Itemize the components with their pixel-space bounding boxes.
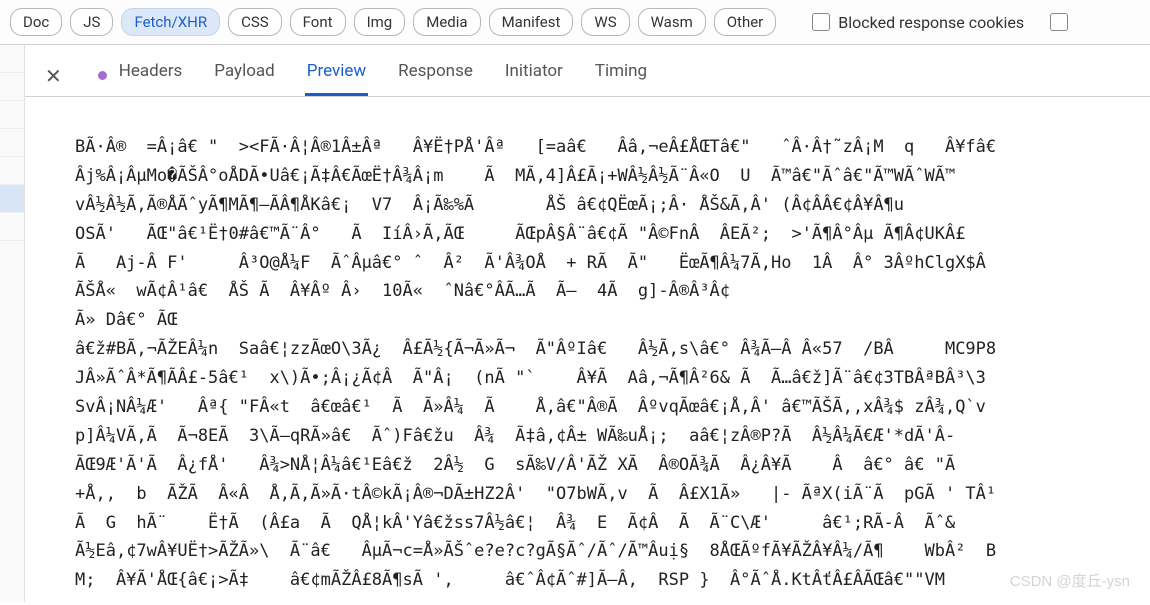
detail-panel: ✕ Headers Payload Preview Response Initi… [25,45,1150,602]
sidebar-row[interactable] [0,101,24,129]
sidebar-row[interactable] [0,45,24,73]
tab-response[interactable]: Response [396,55,475,96]
response-preview-text: BÃ·Â® =Â¡â€ " ><FÃ·Â¦Â®1Â±Âª Â¥Ë†PÅ'Âª [… [25,97,1150,602]
filter-ws[interactable]: WS [581,8,629,36]
filter-font[interactable]: Font [290,8,346,36]
request-list-sidebar [0,45,25,602]
filter-wasm[interactable]: Wasm [638,8,706,36]
filter-media[interactable]: Media [413,8,480,36]
filter-js[interactable]: JS [70,8,113,36]
extra-checkbox[interactable] [1050,13,1068,31]
checkbox-icon[interactable] [812,13,830,31]
status-dot-icon [98,71,107,80]
watermark: CSDN @度丘-ysn [1010,570,1130,591]
main-area: ✕ Headers Payload Preview Response Initi… [0,45,1150,602]
filter-manifest[interactable]: Manifest [489,8,574,36]
tab-payload[interactable]: Payload [212,55,276,96]
sidebar-row[interactable] [0,157,24,185]
filter-css[interactable]: CSS [228,8,282,36]
tab-initiator[interactable]: Initiator [503,55,565,96]
sidebar-row[interactable] [0,129,24,157]
filter-img[interactable]: Img [354,8,406,36]
filter-fetch-xhr[interactable]: Fetch/XHR [121,8,220,36]
filter-other[interactable]: Other [714,8,777,36]
blocked-cookies-label: Blocked response cookies [838,13,1024,32]
sidebar-row[interactable] [0,73,24,101]
sidebar-row-selected[interactable] [0,185,24,213]
tab-headers[interactable]: Headers [117,55,185,96]
close-icon[interactable]: ✕ [37,62,70,90]
tabs-row: ✕ Headers Payload Preview Response Initi… [25,45,1150,97]
blocked-cookies-toggle[interactable]: Blocked response cookies [812,13,1024,32]
tab-preview[interactable]: Preview [305,55,368,96]
filter-bar: Doc JS Fetch/XHR CSS Font Img Media Mani… [0,0,1150,45]
sidebar-row[interactable] [0,213,24,241]
tab-timing[interactable]: Timing [593,55,649,96]
filter-doc[interactable]: Doc [10,8,62,36]
